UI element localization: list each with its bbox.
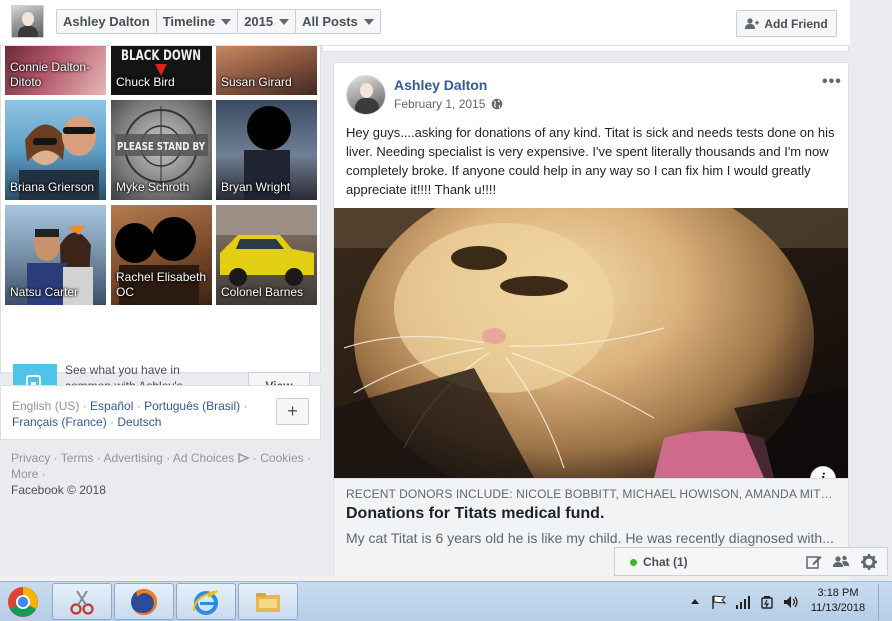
- language-card: English (US) · Español · Português (Bras…: [0, 385, 321, 440]
- firefox-icon: [131, 588, 157, 615]
- add-friend-icon: [745, 17, 760, 29]
- breadcrumb-year-dropdown[interactable]: 2015: [238, 10, 297, 33]
- new-message-icon[interactable]: [805, 553, 823, 571]
- taskbar-internet-explorer[interactable]: [176, 583, 236, 620]
- post-author-name[interactable]: Ashley Dalton: [394, 77, 487, 93]
- group-chat-icon[interactable]: [832, 553, 850, 571]
- friend-name: Bryan Wright: [221, 180, 291, 194]
- link-caption: RECENT DONORS INCLUDE: NICOLE BOBBITT, M…: [346, 487, 838, 501]
- breadcrumb-label: All Posts: [302, 14, 358, 29]
- friend-tile-bryan[interactable]: Bryan Wright: [216, 100, 317, 200]
- plus-icon: +: [287, 401, 298, 421]
- friend-tile-myke[interactable]: PLEASE STAND BY Myke Schroth: [111, 100, 212, 200]
- chat-sidebar-bar[interactable]: Chat (1): [614, 547, 888, 576]
- link-description: My cat Titat is 6 years old he is like m…: [346, 530, 834, 546]
- breadcrumb-label: Ashley Dalton: [63, 14, 150, 29]
- internet-explorer-icon: [192, 589, 218, 615]
- copyright-text: Facebook © 2018: [11, 483, 106, 497]
- speaker-volume-icon[interactable]: [783, 595, 799, 609]
- page-footer: Privacy · Terms · Advertising · Ad Choic…: [11, 451, 311, 497]
- footer-link-advertising[interactable]: Advertising: [103, 451, 162, 465]
- post-author-avatar[interactable]: [346, 75, 386, 115]
- post-link-image[interactable]: [334, 208, 848, 478]
- caret-down-icon: [221, 18, 232, 25]
- breadcrumb: Ashley Dalton Timeline 2015 All Posts: [56, 9, 381, 34]
- svg-text:BLACK DOWN: BLACK DOWN: [121, 48, 201, 64]
- footer-link-terms[interactable]: Terms: [61, 451, 94, 465]
- breadcrumb-profile-name[interactable]: Ashley Dalton: [57, 10, 157, 33]
- friend-name: Colonel Barnes: [221, 285, 304, 299]
- post-timestamp: February 1, 2015: [394, 97, 503, 111]
- more-languages-button[interactable]: +: [276, 398, 309, 425]
- friend-tile-natsu[interactable]: Natsu Carter: [5, 205, 106, 305]
- friend-tile-colonel[interactable]: Colonel Barnes: [216, 205, 317, 305]
- ad-choices-icon: [237, 452, 250, 464]
- chrome-app-button[interactable]: [0, 582, 46, 621]
- chrome-icon: [8, 587, 38, 617]
- breadcrumb-label: Timeline: [162, 14, 216, 29]
- timeline-post: Ashley Dalton February 1, 2015 ••• Hey g…: [333, 62, 849, 582]
- online-status-dot: [630, 559, 637, 566]
- action-center-flag-icon[interactable]: [711, 595, 727, 609]
- friend-name: Chuck Bird: [116, 75, 175, 89]
- footer-link-ad-choices[interactable]: Ad Choices: [173, 451, 234, 465]
- friend-name: Susan Girard: [221, 75, 292, 89]
- current-language: English (US): [12, 399, 80, 413]
- tray-expand-icon[interactable]: [690, 595, 700, 609]
- friend-name: Myke Schroth: [116, 180, 190, 194]
- friend-tile-susan[interactable]: Susan Girard: [216, 46, 317, 95]
- friend-name: Connie Dalton-Ditoto: [10, 60, 91, 89]
- friend-name: Rachel Elisabeth OC: [116, 270, 207, 299]
- language-link-portugues[interactable]: Português (Brasil): [144, 399, 240, 413]
- language-link-deutsch[interactable]: Deutsch: [117, 415, 161, 429]
- footer-link-privacy[interactable]: Privacy: [11, 451, 50, 465]
- link-title[interactable]: Donations for Titats medical fund.: [346, 505, 838, 523]
- footer-link-cookies[interactable]: Cookies: [260, 451, 303, 465]
- friend-tile-chuck[interactable]: BLACK DOWN Chuck Bird: [111, 46, 212, 95]
- add-friend-label: Add Friend: [764, 16, 828, 31]
- language-link-espanol[interactable]: Español: [90, 399, 133, 413]
- taskbar-file-explorer[interactable]: [238, 583, 298, 620]
- taskbar-firefox[interactable]: [114, 583, 174, 620]
- scissors-icon: [70, 589, 94, 615]
- friends-card: Connie Dalton-Ditoto BLACK DOWN Chuck Bi…: [0, 46, 321, 409]
- footer-link-more[interactable]: More: [11, 467, 38, 481]
- friend-tile-connie[interactable]: Connie Dalton-Ditoto: [5, 46, 106, 95]
- post-body-text: Hey guys....asking for donations of any …: [346, 125, 835, 197]
- language-link-francais[interactable]: Français (France): [12, 415, 107, 429]
- post-date-link[interactable]: February 1, 2015: [394, 97, 485, 111]
- post-options-button[interactable]: •••: [822, 73, 842, 91]
- previous-post-edge: [322, 46, 849, 52]
- battery-power-icon[interactable]: [760, 595, 774, 609]
- add-friend-button[interactable]: Add Friend: [736, 10, 837, 37]
- chat-label[interactable]: Chat (1): [643, 555, 688, 569]
- caret-down-icon: [363, 18, 374, 25]
- timeline-header-bar: Ashley Dalton Timeline 2015 All Posts Ad…: [0, 0, 850, 46]
- globe-icon[interactable]: [491, 98, 503, 110]
- friend-name: Natsu Carter: [10, 285, 79, 299]
- breadcrumb-posts-filter-dropdown[interactable]: All Posts: [296, 10, 380, 33]
- svg-text:PLEASE STAND BY: PLEASE STAND BY: [117, 140, 206, 153]
- show-desktop-button[interactable]: [878, 584, 890, 620]
- taskbar-snipping-tool[interactable]: [52, 583, 112, 620]
- profile-avatar-small[interactable]: [11, 5, 44, 38]
- clock-date: 11/13/2018: [810, 602, 866, 614]
- network-signal-icon[interactable]: [735, 595, 751, 609]
- friend-name: Briana Grierson: [10, 180, 95, 194]
- clock-time: 3:18 PM: [817, 587, 859, 599]
- breadcrumb-timeline-dropdown[interactable]: Timeline: [157, 10, 239, 33]
- breadcrumb-label: 2015: [244, 14, 274, 29]
- gear-icon[interactable]: [860, 553, 878, 571]
- folder-icon: [256, 592, 280, 612]
- cat-photo: [334, 208, 848, 478]
- friend-tile-rachel[interactable]: Rachel Elisabeth OC: [111, 205, 212, 305]
- language-list: English (US) · Español · Português (Bras…: [12, 399, 248, 429]
- caret-down-icon: [279, 18, 290, 25]
- friend-tile-briana[interactable]: Briana Grierson: [5, 100, 106, 200]
- windows-taskbar: 3:18 PM 11/13/2018: [0, 581, 892, 621]
- system-clock[interactable]: 3:18 PM 11/13/2018: [808, 586, 868, 616]
